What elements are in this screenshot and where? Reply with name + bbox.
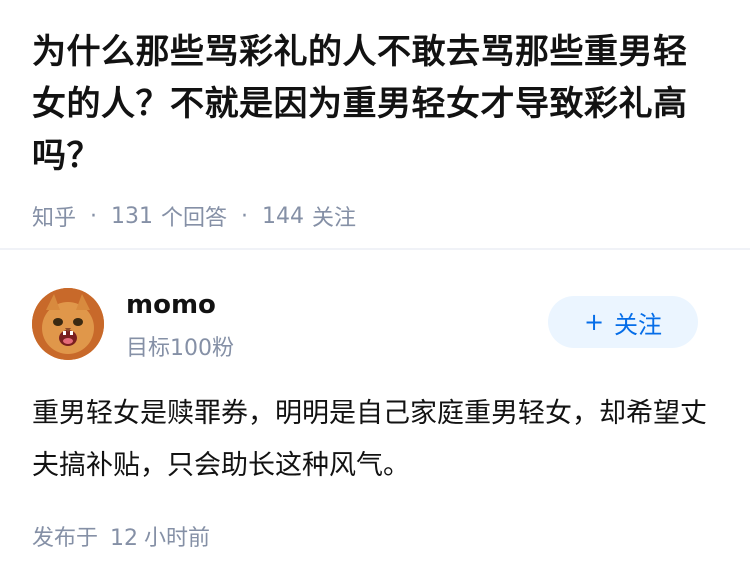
question-meta: 知乎 · 131 个回答 · 144 关注 xyxy=(32,200,718,232)
follow-button[interactable]: + 关注 xyxy=(548,296,698,348)
question-title[interactable]: 为什么那些骂彩礼的人不敢去骂那些重男轻女的人？不就是因为重男轻女才导致彩礼高吗？ xyxy=(32,26,718,182)
meta-separator: · xyxy=(90,203,98,229)
answers-count: 131 xyxy=(111,203,154,229)
question-card: 为什么那些骂彩礼的人不敢去骂那些重男轻女的人？不就是因为重男轻女才导致彩礼高吗？… xyxy=(0,0,750,248)
answers-label[interactable]: 个回答 xyxy=(161,200,227,232)
meta-separator: · xyxy=(241,203,249,229)
publish-unit: 小时前 xyxy=(144,526,211,551)
publish-number: 12 xyxy=(110,526,139,551)
plus-icon: + xyxy=(583,308,605,336)
author-headline: 目标100粉 xyxy=(126,336,234,361)
publish-prefix: 发布于 xyxy=(32,526,99,551)
followers-count: 144 xyxy=(262,203,305,229)
publish-time: 发布于 12 小时前 xyxy=(32,520,210,552)
cat-avatar-icon[interactable] xyxy=(32,288,104,360)
source-label[interactable]: 知乎 xyxy=(32,200,76,232)
follow-button-label: 关注 xyxy=(614,310,663,339)
author-name[interactable]: momo xyxy=(126,290,216,320)
section-divider xyxy=(0,248,750,250)
page: 为什么那些骂彩礼的人不敢去骂那些重男轻女的人？不就是因为重男轻女才导致彩礼高吗？… xyxy=(0,0,750,588)
author-row: momo 目标100粉 + 关注 xyxy=(32,288,718,361)
followers-label: 关注 xyxy=(312,206,357,231)
answer-content[interactable]: 重男轻女是赎罪券，明明是自己家庭重男轻女，却希望丈夫搞补贴，只会助长这种风气。 xyxy=(32,388,712,492)
